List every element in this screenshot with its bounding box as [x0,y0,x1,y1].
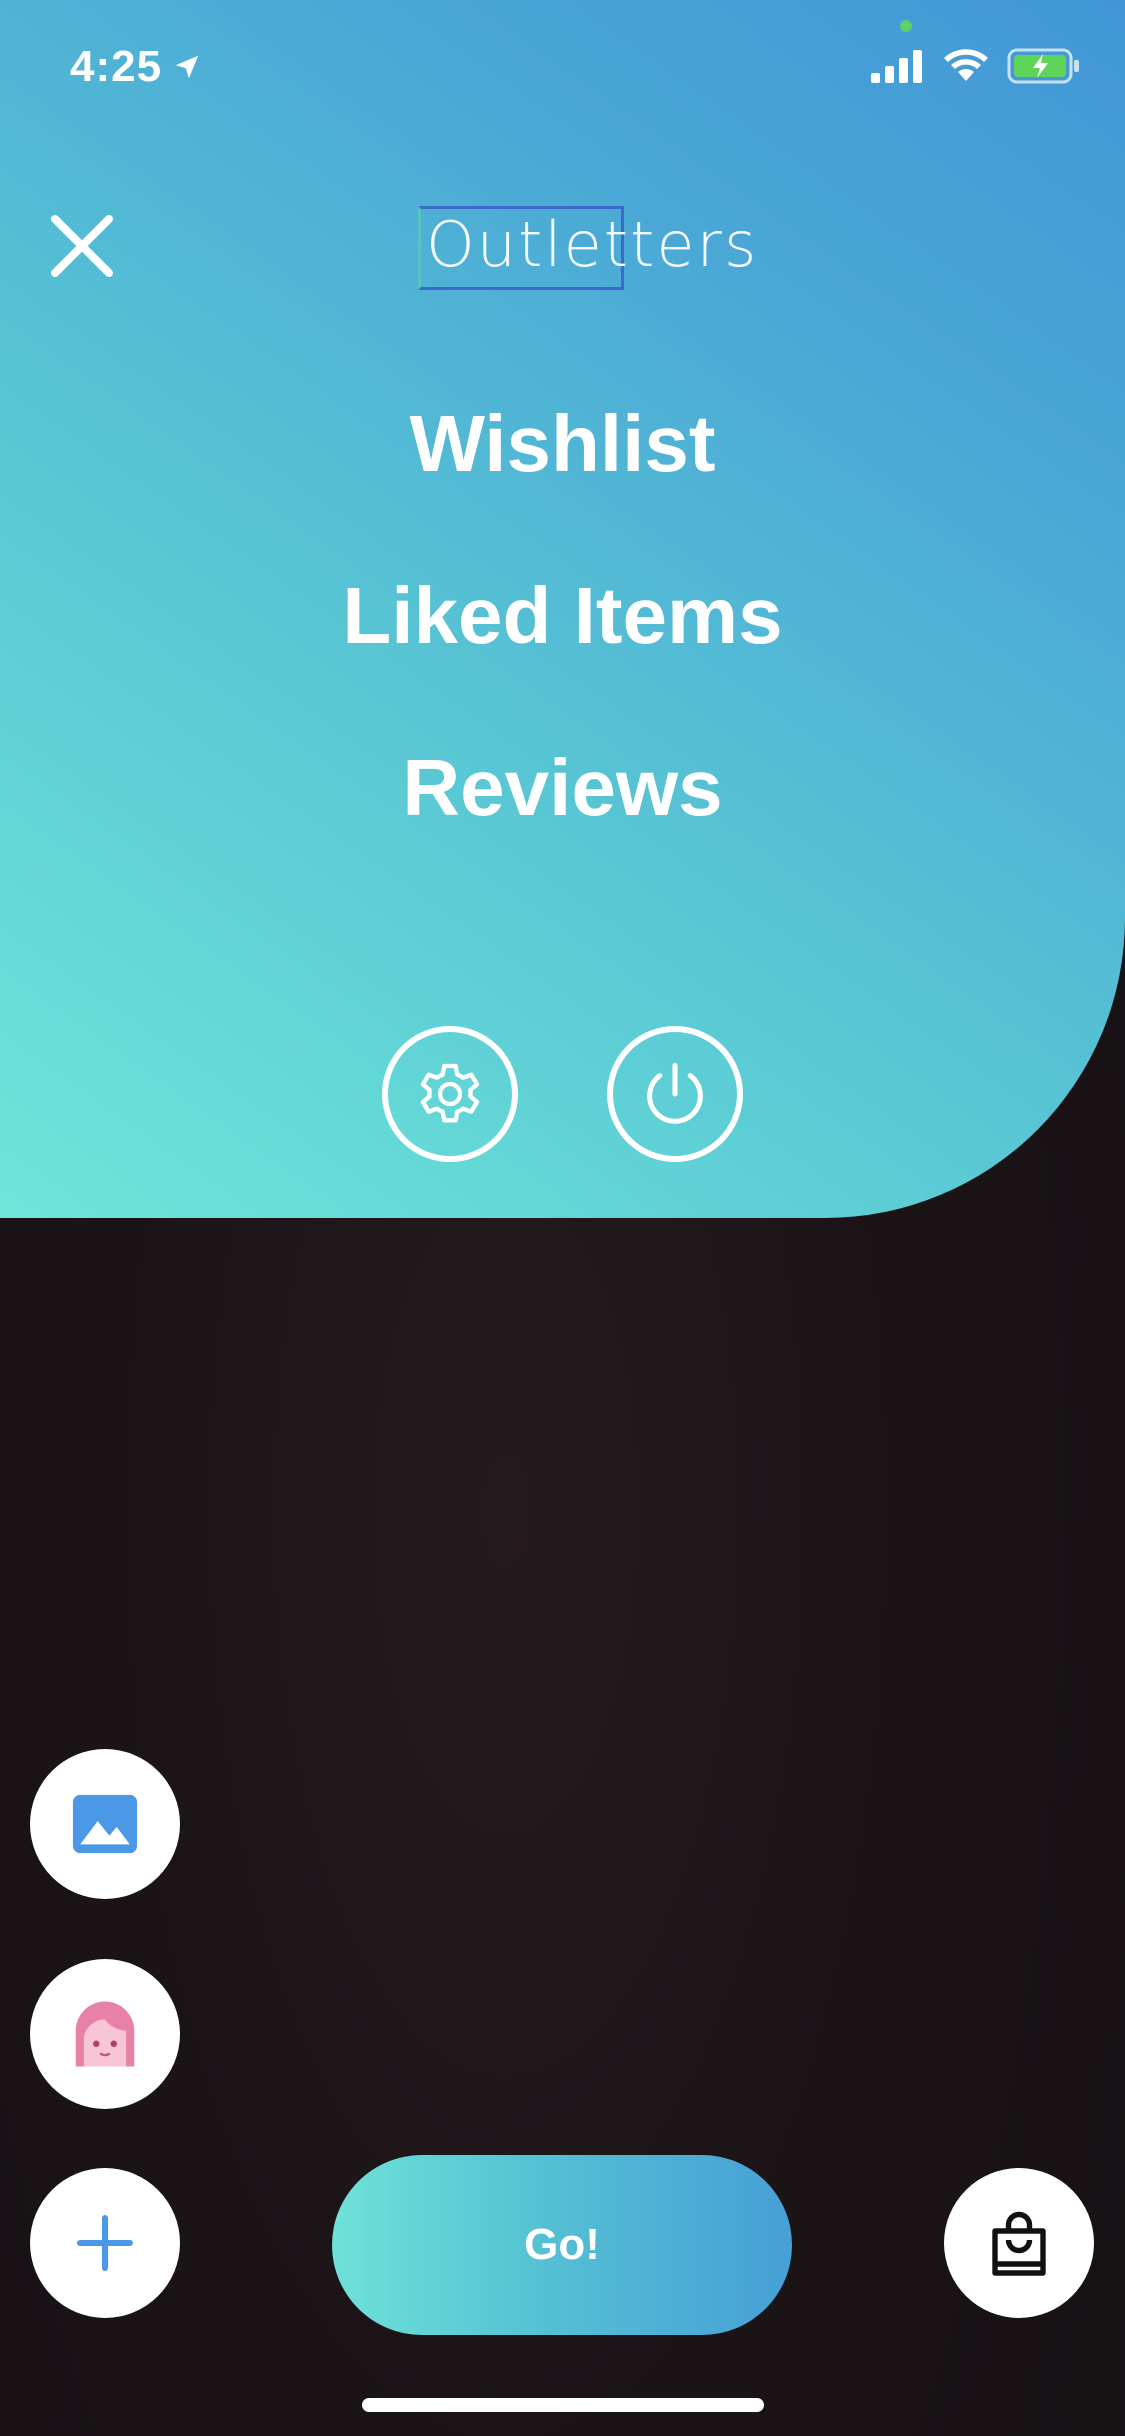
go-button[interactable]: Go! [332,2155,792,2335]
avatar-button[interactable] [30,1959,180,2109]
status-time-label: 4:25 [70,42,163,91]
image-icon [72,1794,138,1854]
status-time: 4:25 [70,42,202,92]
go-button-label: Go! [524,2220,600,2269]
home-indicator[interactable] [362,2398,764,2412]
location-arrow-icon [175,55,199,79]
menu-panel: 4:25 Outletters Wishlist Liked Items Rev… [0,0,1125,1218]
cellular-signal-icon [871,50,922,83]
avatar-icon [75,2001,135,2067]
shopping-bag-button[interactable] [944,2168,1094,2318]
menu-item-wishlist[interactable]: Wishlist [410,390,716,562]
logout-button[interactable] [607,1026,743,1162]
status-bar: 4:25 [0,0,1125,140]
add-button[interactable] [30,2168,180,2318]
shopping-bag-icon [992,2211,1046,2276]
battery-charging-icon [1007,48,1079,84]
menu-item-liked-items[interactable]: Liked Items [342,562,782,734]
wifi-icon [944,49,988,81]
app-logo: Outletters [414,200,756,290]
privacy-indicator-dot [900,20,912,32]
menu-links: Wishlist Liked Items Reviews [0,390,1125,906]
settings-button[interactable] [382,1026,518,1162]
gear-icon [420,1063,480,1123]
status-indicators [871,48,1081,84]
logo-text: Outletters [426,208,759,281]
menu-item-reviews[interactable]: Reviews [402,734,722,906]
power-icon [647,1062,703,1124]
photo-library-button[interactable] [30,1749,180,1899]
close-button[interactable] [46,210,118,282]
close-icon [51,215,113,277]
plus-icon [77,2215,133,2271]
